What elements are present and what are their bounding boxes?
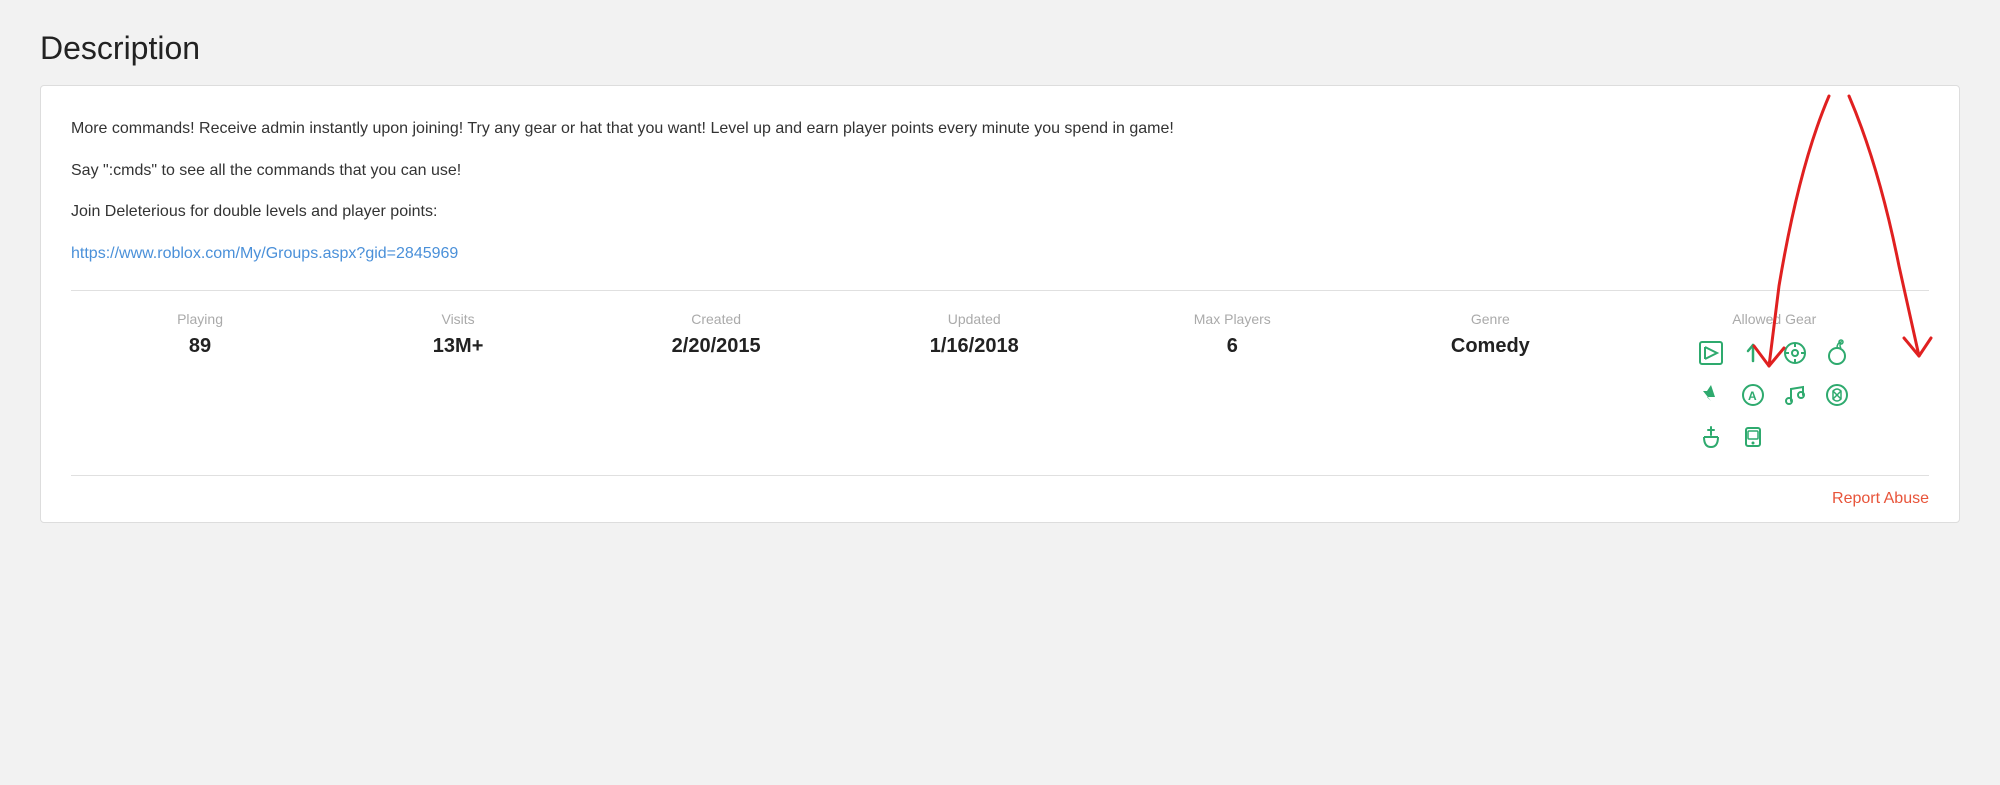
stat-playing: Playing 89 bbox=[71, 311, 329, 358]
stat-updated: Updated 1/16/2018 bbox=[845, 311, 1103, 358]
stat-playing-value: 89 bbox=[71, 335, 329, 358]
description-paragraph-1: More commands! Receive admin instantly u… bbox=[71, 116, 1929, 142]
stat-playing-label: Playing bbox=[71, 311, 329, 327]
stat-genre: Genre Comedy bbox=[1361, 311, 1619, 358]
music-gear-icon bbox=[1777, 377, 1813, 413]
gear-icons-grid: A bbox=[1619, 335, 1929, 455]
page-title: Description bbox=[40, 30, 1960, 67]
stat-genre-value: Comedy bbox=[1361, 335, 1619, 358]
stat-allowed-gear: Allowed Gear bbox=[1619, 311, 1929, 455]
description-paragraph-3: Join Deleterious for double levels and p… bbox=[71, 199, 1929, 225]
stat-created: Created 2/20/2015 bbox=[587, 311, 845, 358]
building-gear-icon bbox=[1693, 419, 1729, 455]
report-row: Report Abuse bbox=[71, 476, 1929, 522]
stat-created-label: Created bbox=[587, 311, 845, 327]
social-gear-icon bbox=[1693, 377, 1729, 413]
stat-updated-label: Updated bbox=[845, 311, 1103, 327]
transport-gear-icon bbox=[1819, 377, 1855, 413]
stat-max-players-label: Max Players bbox=[1103, 311, 1361, 327]
stat-updated-value: 1/16/2018 bbox=[845, 335, 1103, 358]
stat-genre-label: Genre bbox=[1361, 311, 1619, 327]
stats-row: Playing 89 Visits 13M+ Created 2/20/2015… bbox=[71, 291, 1929, 476]
description-box: More commands! Receive admin instantly u… bbox=[40, 85, 1960, 523]
stat-max-players-value: 6 bbox=[1103, 335, 1361, 358]
stat-created-value: 2/20/2015 bbox=[587, 335, 845, 358]
personal-transport-icon bbox=[1735, 419, 1771, 455]
stat-allowed-gear-label: Allowed Gear bbox=[1619, 311, 1929, 327]
stat-visits-label: Visits bbox=[329, 311, 587, 327]
group-link[interactable]: https://www.roblox.com/My/Groups.aspx?gi… bbox=[71, 245, 458, 262]
stat-max-players: Max Players 6 bbox=[1103, 311, 1361, 358]
report-abuse-button[interactable]: Report Abuse bbox=[1832, 490, 1929, 508]
description-paragraph-2: Say ":cmds" to see all the commands that… bbox=[71, 158, 1929, 184]
navigation-gear-icon bbox=[1777, 335, 1813, 371]
explosive-gear-icon bbox=[1819, 335, 1855, 371]
stat-visits-value: 13M+ bbox=[329, 335, 587, 358]
melee-gear-icon bbox=[1693, 335, 1729, 371]
stat-visits: Visits 13M+ bbox=[329, 311, 587, 358]
powerup-gear-icon bbox=[1735, 335, 1771, 371]
ranged-gear-icon: A bbox=[1735, 377, 1771, 413]
svg-text:A: A bbox=[1748, 389, 1757, 403]
page-container: Description More commands! Receive admin… bbox=[40, 30, 1960, 523]
description-link-paragraph: https://www.roblox.com/My/Groups.aspx?gi… bbox=[71, 241, 1929, 267]
